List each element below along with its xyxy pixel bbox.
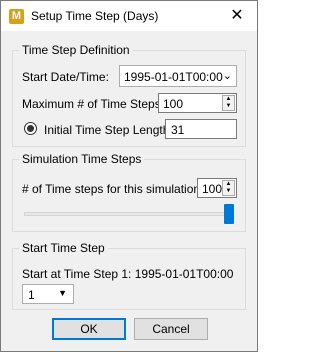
dialog-window: M Setup Time Step (Days) ✕ Time Step Def… (0, 0, 258, 352)
start-step-value: 1 (28, 288, 35, 302)
cancel-button[interactable]: Cancel (134, 318, 208, 340)
start-time-step-group: Start Time Step Start at Time Step 1: 19… (12, 241, 246, 310)
app-logo-icon: M (9, 9, 24, 24)
start-date-combo[interactable]: 1995-01-01T00:00 ⌄ (119, 65, 237, 87)
initial-length-input[interactable]: 31 (165, 119, 237, 139)
spin-buttons[interactable]: ▲ ▼ (222, 95, 235, 111)
group-title: Start Time Step (19, 241, 108, 255)
max-steps-value: 100 (163, 97, 184, 111)
chevron-down-icon: ▼ (58, 288, 67, 298)
group-title: Simulation Time Steps (19, 152, 145, 166)
window-title: Setup Time Step (Days) (31, 9, 159, 23)
steps-slider-thumb[interactable] (224, 204, 234, 224)
initial-length-label: Initial Time Step Length (44, 123, 170, 137)
close-button[interactable]: ✕ (217, 1, 257, 31)
start-step-info: Start at Time Step 1: 1995-01-01T00:00 (22, 267, 234, 281)
start-date-label: Start Date/Time: (22, 70, 109, 84)
start-step-select[interactable]: 1 ▼ (22, 284, 74, 304)
title-bar: M Setup Time Step (Days) ✕ (1, 1, 257, 31)
start-date-value: 1995-01-01T00:00 (124, 70, 223, 84)
steps-slider-track[interactable] (24, 212, 234, 216)
initial-length-value: 31 (171, 123, 185, 137)
close-icon: ✕ (230, 7, 244, 24)
steps-spinner[interactable]: 100 ▲ ▼ (197, 178, 237, 198)
spin-buttons[interactable]: ▲ ▼ (222, 180, 235, 196)
steps-label: # of Time steps for this simulation: (22, 182, 204, 196)
caret-down-icon[interactable]: ▼ (223, 103, 234, 110)
caret-down-icon[interactable]: ▼ (223, 188, 234, 195)
caret-up-icon[interactable]: ▲ (223, 181, 234, 188)
steps-value: 100 (202, 182, 223, 196)
caret-up-icon[interactable]: ▲ (223, 96, 234, 103)
max-steps-spinner[interactable]: 100 ▲ ▼ (158, 93, 237, 113)
radio-selected-dot (27, 125, 34, 132)
chevron-down-icon: ⌄ (222, 70, 232, 82)
group-title: Time Step Definition (19, 43, 133, 57)
initial-length-radio[interactable] (24, 122, 37, 135)
time-step-definition-group: Time Step Definition Start Date/Time: 19… (12, 43, 246, 147)
simulation-time-steps-group: Simulation Time Steps # of Time steps fo… (12, 152, 246, 232)
ok-button[interactable]: OK (52, 318, 126, 340)
max-steps-label: Maximum # of Time Steps: (22, 97, 165, 111)
